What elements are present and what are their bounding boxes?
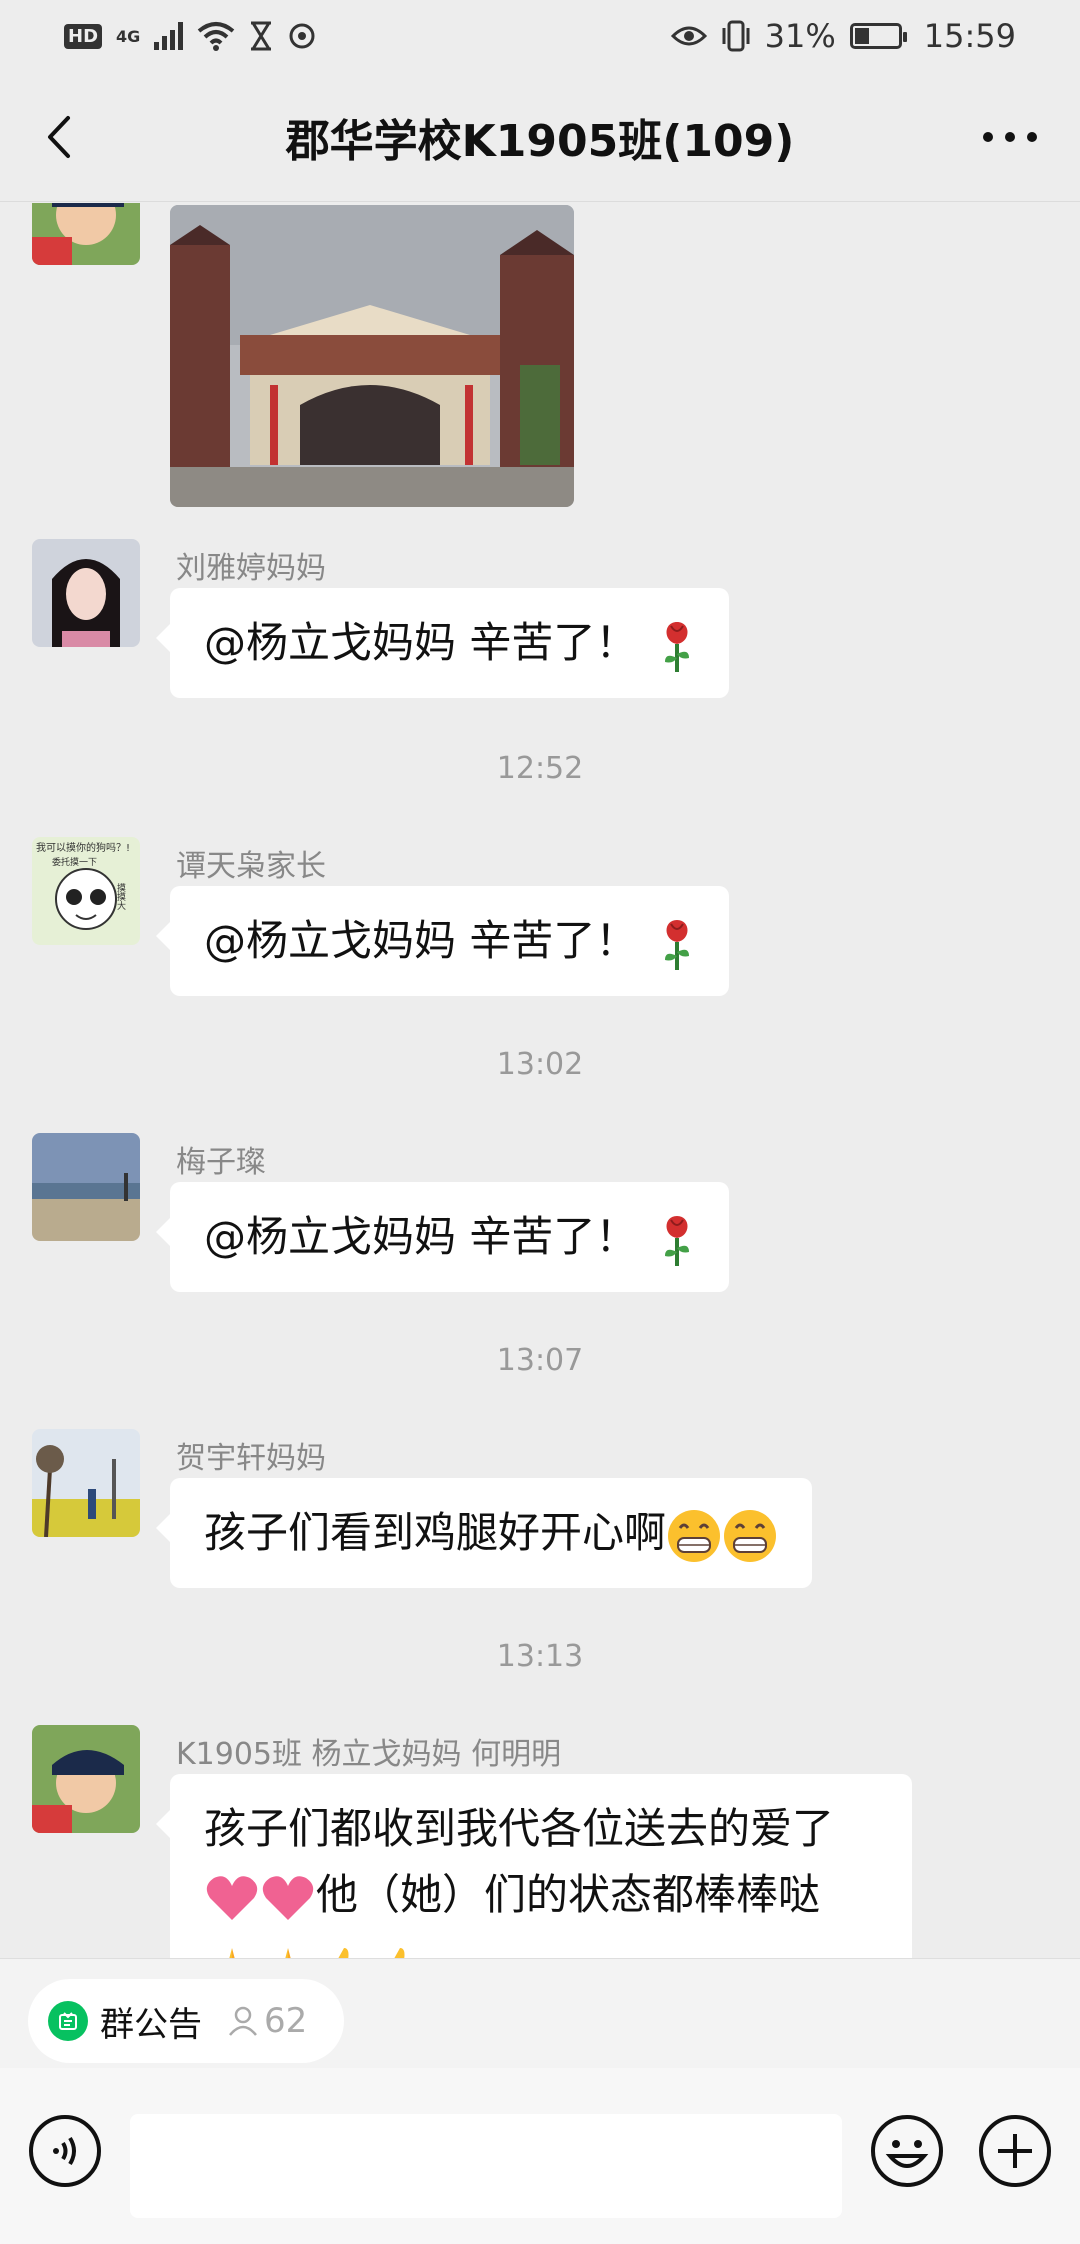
status-left: HD 4G	[64, 21, 317, 51]
grin-emoji-icon	[724, 1509, 777, 1562]
group-notice-button[interactable]: 群公告 62	[28, 1979, 344, 2063]
avatar[interactable]	[32, 1133, 140, 1241]
pray-emoji-icon	[229, 1947, 235, 1958]
voice-input-icon[interactable]	[28, 2114, 102, 2188]
vibrate-icon	[722, 20, 750, 52]
heart-emoji-icon	[206, 1875, 258, 1920]
input-bar	[0, 2068, 1080, 2244]
message-bubble[interactable]: @杨立戈妈妈 辛苦了！	[155, 886, 730, 996]
hotspot-icon	[289, 23, 315, 49]
wifi-icon	[198, 22, 235, 51]
avatar-doodle-text: 摸摸大	[115, 883, 126, 911]
more-actions-plus-icon[interactable]	[978, 2114, 1052, 2188]
timestamp: 13:02	[496, 1047, 584, 1082]
signal-icon	[154, 22, 184, 50]
avatar[interactable]: 我可以摸你的狗吗？! 委托摸一下 摸摸大	[32, 837, 140, 945]
message-text: 他（她）们的状态都棒棒哒	[316, 1870, 821, 1919]
message-bubble[interactable]: @杨立戈妈妈 辛苦了！	[155, 1182, 730, 1292]
sender-name: K1905班 杨立戈妈妈 何明明	[176, 1737, 562, 1772]
message-text-line-2: 他（她）们的状态都棒棒哒	[204, 1862, 878, 1928]
back-arrow-icon[interactable]	[36, 112, 86, 162]
sender-name: 刘雅婷妈妈	[176, 551, 326, 586]
network-label: 4G	[116, 26, 141, 46]
avatar[interactable]	[32, 1725, 140, 1833]
member-count: 62	[228, 2001, 307, 2041]
battery-icon	[849, 23, 907, 49]
thumbs-up-emoji-icon	[338, 1947, 349, 1958]
notice-icon	[48, 2001, 88, 2041]
person-icon	[229, 2006, 257, 2036]
hd-badge: HD	[64, 23, 103, 49]
sender-name: 贺宇轩妈妈	[176, 1441, 326, 1476]
timestamp: 12:52	[496, 751, 584, 786]
rose-emoji-icon	[665, 1215, 690, 1266]
notice-label: 群公告	[100, 2004, 202, 2045]
sender-name: 谭天枭家长	[176, 849, 326, 884]
chat-title: 郡华学校K1905班(109)	[285, 115, 795, 167]
school-gate-photo[interactable]	[170, 205, 574, 507]
avatar-doodle-text: 我可以摸你的狗吗？!	[36, 841, 130, 854]
avatar[interactable]	[32, 203, 140, 265]
group-notice-bar: 群公告 62	[0, 1958, 1080, 2068]
timestamp: 13:07	[496, 1343, 584, 1378]
message-input[interactable]	[130, 2114, 842, 2218]
rose-emoji-icon	[665, 919, 690, 970]
more-options-icon[interactable]	[980, 127, 1040, 147]
thumbs-up-emoji-icon	[394, 1947, 405, 1958]
message-text: @杨立戈妈妈 辛苦了！	[204, 916, 638, 965]
message-text-line: 孩子们都收到我代各位送去的爱了	[204, 1804, 835, 1853]
message-bubble[interactable]: 孩子们看到鸡腿好开心啊	[155, 1478, 813, 1588]
rose-emoji-icon	[665, 621, 690, 672]
avatar[interactable]	[32, 539, 140, 647]
message-text: @杨立戈妈妈 辛苦了！	[204, 618, 638, 667]
grin-emoji-icon	[668, 1509, 721, 1562]
status-time: 15:59	[923, 17, 1016, 55]
chat-header: 郡华学校K1905班(109)	[0, 72, 1080, 202]
avatar[interactable]	[32, 1429, 140, 1537]
chat-message-list[interactable]: 刘雅婷妈妈 @杨立戈妈妈 辛苦了！ 12:52 我可以摸你的狗吗？! 委托摸一下…	[0, 203, 1080, 1958]
member-count-value: 62	[264, 2001, 308, 2041]
message-text: @杨立戈妈妈 辛苦了！	[204, 1212, 638, 1261]
emoji-picker-icon[interactable]	[870, 2114, 944, 2188]
status-bar: HD 4G 31% 15:59	[0, 0, 1080, 72]
emoji-row	[204, 1934, 878, 1958]
heart-emoji-icon	[262, 1875, 314, 1920]
status-right: 31% 15:59	[670, 17, 1016, 55]
battery-percent: 31%	[764, 17, 836, 55]
hourglass-icon	[251, 21, 272, 51]
eye-icon	[670, 26, 707, 46]
message-bubble[interactable]: @杨立戈妈妈 辛苦了！	[155, 588, 730, 698]
pray-emoji-icon	[285, 1947, 291, 1958]
sender-name: 梅子璨	[176, 1145, 266, 1180]
avatar-doodle-text: 委托摸一下	[52, 856, 97, 868]
timestamp: 13:13	[496, 1639, 584, 1674]
message-bubble[interactable]: 孩子们都收到我代各位送去的爱了 他（她）们的状态都棒棒哒	[156, 1774, 912, 1958]
message-text: 孩子们看到鸡腿好开心啊	[204, 1508, 667, 1557]
